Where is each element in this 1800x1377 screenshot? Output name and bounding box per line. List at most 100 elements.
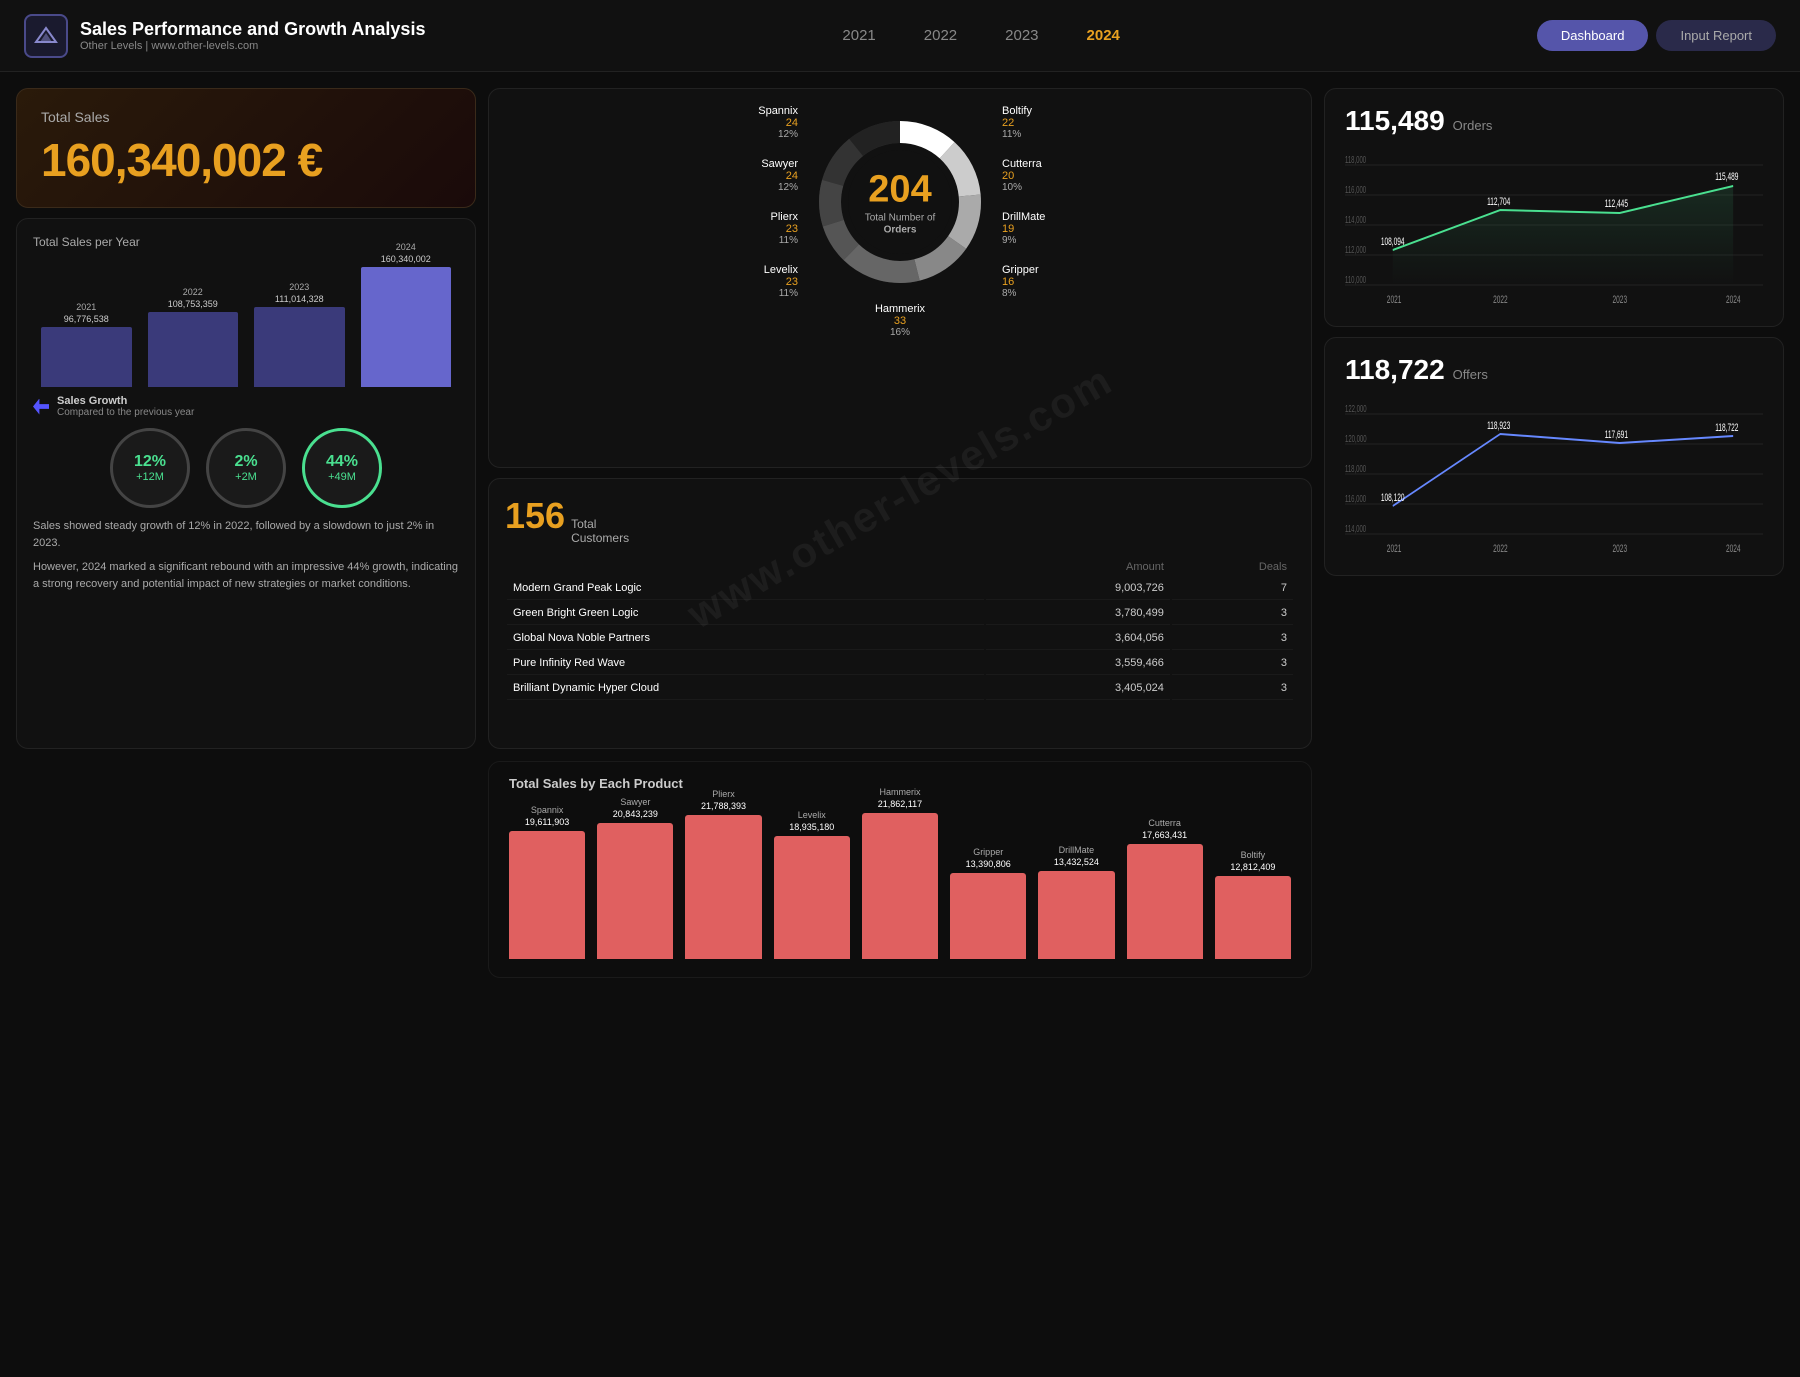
customer-name-1: Green Bright Green Logic: [507, 602, 984, 625]
segment-cutterra: Cutterra 20 10%: [1002, 158, 1042, 193]
bar-2023: 2023 111,014,328: [254, 282, 345, 387]
donut-card: Spannix 24 12% Sawyer 24 12% Plierx 23: [488, 88, 1312, 468]
table-row: Brilliant Dynamic Hyper Cloud 3,405,024 …: [507, 677, 1293, 700]
segment-spannix: Spannix 24 12%: [758, 105, 798, 140]
tab-2023[interactable]: 2023: [997, 23, 1046, 48]
svg-text:115,489: 115,489: [1715, 170, 1738, 182]
svg-text:2024: 2024: [1726, 542, 1741, 554]
orders-svg: 118,000 116,000 114,000 112,000 110,000 …: [1345, 145, 1763, 305]
svg-text:2021: 2021: [1387, 293, 1402, 305]
customers-label1: Total: [571, 517, 629, 531]
svg-text:112,445: 112,445: [1605, 197, 1628, 209]
customer-name-0: Modern Grand Peak Logic: [507, 577, 984, 600]
year-bars-chart: 2021 96,776,538 2022 108,753,359 2023 11…: [33, 257, 459, 387]
col-deals: Deals: [1172, 559, 1293, 575]
customers-table: Amount Deals Modern Grand Peak Logic 9,0…: [505, 557, 1295, 702]
main-grid: Total Sales 160,340,002 € Total Sales pe…: [0, 72, 1800, 994]
tab-2024[interactable]: 2024: [1079, 23, 1128, 48]
customers-card: 156 Total Customers Amount Deals: [488, 478, 1312, 749]
logo-text: Sales Performance and Growth Analysis Ot…: [80, 19, 425, 52]
customer-deals-1: 3: [1172, 602, 1293, 625]
product-bar-levelix: Levelix 18,935,180: [774, 810, 850, 959]
growth-circle-2022: 12% +12M: [110, 428, 190, 508]
svg-text:114,000: 114,000: [1345, 524, 1366, 535]
customers-table-wrapper: Amount Deals Modern Grand Peak Logic 9,0…: [505, 557, 1295, 702]
growth-circles: 12% +12M 2% +2M 44% +49M: [33, 428, 459, 508]
customer-name-4: Brilliant Dynamic Hyper Cloud: [507, 677, 984, 700]
customer-deals-2: 3: [1172, 627, 1293, 650]
year-tabs: 2021 2022 2023 2024: [425, 23, 1536, 48]
donut-center: 204 Total Number of Orders: [865, 169, 936, 236]
growth-legend-label: Sales Growth: [57, 395, 194, 407]
product-bar-cutterra: Cutterra 17,663,431: [1127, 818, 1203, 959]
app-title: Sales Performance and Growth Analysis: [80, 19, 425, 40]
donut-sub1: Total Number of: [865, 212, 936, 225]
orders-label: Orders: [1453, 118, 1493, 133]
product-bar-plierx: Plierx 21,788,393: [685, 789, 761, 959]
growth-legend-icon: [33, 399, 49, 415]
segment-gripper: Gripper 16 8%: [1002, 264, 1039, 299]
donut-svg-wrapper: 204 Total Number of Orders: [810, 112, 990, 292]
dashboard-button[interactable]: Dashboard: [1537, 20, 1649, 51]
svg-text:2023: 2023: [1613, 293, 1628, 305]
segment-drillmate: DrillMate 19 9%: [1002, 211, 1045, 246]
svg-text:116,000: 116,000: [1345, 185, 1366, 196]
segment-hammerix-bottom: Hammerix 33 16%: [505, 303, 1295, 338]
product-bar-spannix: Spannix 19,611,903: [509, 805, 585, 959]
growth-legend-sub: Compared to the previous year: [57, 407, 194, 418]
product-bar-drillmate: DrillMate 13,432,524: [1038, 845, 1114, 959]
svg-text:110,000: 110,000: [1345, 275, 1366, 286]
svg-text:108,094: 108,094: [1381, 235, 1405, 247]
total-sales-label: Total Sales: [41, 109, 451, 125]
sales-per-year-card: Total Sales per Year 2021 96,776,538 202…: [16, 218, 476, 749]
customer-amount-4: 3,405,024: [986, 677, 1170, 700]
product-bar-hammerix: Hammerix 21,862,117: [862, 787, 938, 959]
orders-chart-header: 115,489 Orders: [1345, 105, 1763, 137]
products-chart-card: Total Sales by Each Product Spannix 19,6…: [488, 761, 1312, 978]
offers-chart-card: 118,722 Offers 122,000 120,000 118,000 1…: [1324, 337, 1784, 576]
svg-text:2022: 2022: [1493, 293, 1508, 305]
col-amount: Amount: [986, 559, 1170, 575]
svg-text:112,704: 112,704: [1487, 195, 1510, 207]
app-subtitle: Other Levels | www.other-levels.com: [80, 40, 425, 52]
svg-text:2022: 2022: [1493, 542, 1508, 554]
svg-text:2021: 2021: [1387, 542, 1402, 554]
tab-2022[interactable]: 2022: [916, 23, 965, 48]
customer-name-3: Pure Infinity Red Wave: [507, 652, 984, 675]
customer-amount-2: 3,604,056: [986, 627, 1170, 650]
offers-svg: 122,000 120,000 118,000 116,000 114,000 …: [1345, 394, 1763, 554]
svg-text:120,000: 120,000: [1345, 434, 1367, 445]
input-report-button[interactable]: Input Report: [1656, 20, 1776, 51]
svg-text:118,000: 118,000: [1345, 464, 1366, 475]
center-panel: 115,489 Orders 118,000 116,000: [1324, 88, 1784, 576]
growth-circle-2023: 2% +2M: [206, 428, 286, 508]
svg-text:122,000: 122,000: [1345, 404, 1367, 415]
table-row: Modern Grand Peak Logic 9,003,726 7: [507, 577, 1293, 600]
left-panel: Total Sales 160,340,002 € Total Sales pe…: [16, 88, 476, 749]
product-bar-sawyer: Sawyer 20,843,239: [597, 797, 673, 959]
right-panel: Spannix 24 12% Sawyer 24 12% Plierx 23: [488, 88, 1312, 749]
nav-buttons: Dashboard Input Report: [1537, 20, 1776, 51]
customer-amount-0: 9,003,726: [986, 577, 1170, 600]
logo-icon: [24, 14, 68, 58]
customers-label2: Customers: [571, 531, 629, 545]
total-sales-value: 160,340,002 €: [41, 133, 451, 187]
donut-num: 204: [865, 169, 936, 212]
segment-plierx: Plierx 23 11%: [770, 211, 798, 246]
svg-text:118,000: 118,000: [1345, 155, 1366, 166]
customer-name-2: Global Nova Noble Partners: [507, 627, 984, 650]
offers-label: Offers: [1453, 367, 1488, 382]
customers-header: 156 Total Customers: [505, 495, 1295, 545]
table-row: Green Bright Green Logic 3,780,499 3: [507, 602, 1293, 625]
customer-deals-4: 3: [1172, 677, 1293, 700]
segment-levelix: Levelix 23 11%: [764, 264, 798, 299]
logo-area: Sales Performance and Growth Analysis Ot…: [24, 14, 425, 58]
svg-text:116,000: 116,000: [1345, 494, 1366, 505]
svg-text:108,120: 108,120: [1381, 491, 1405, 503]
svg-text:2023: 2023: [1613, 542, 1628, 554]
offers-big-num: 118,722: [1345, 354, 1445, 386]
tab-2021[interactable]: 2021: [834, 23, 883, 48]
customer-amount-1: 3,780,499: [986, 602, 1170, 625]
bar-2024: 2024 160,340,002: [361, 242, 452, 387]
offers-chart-header: 118,722 Offers: [1345, 354, 1763, 386]
